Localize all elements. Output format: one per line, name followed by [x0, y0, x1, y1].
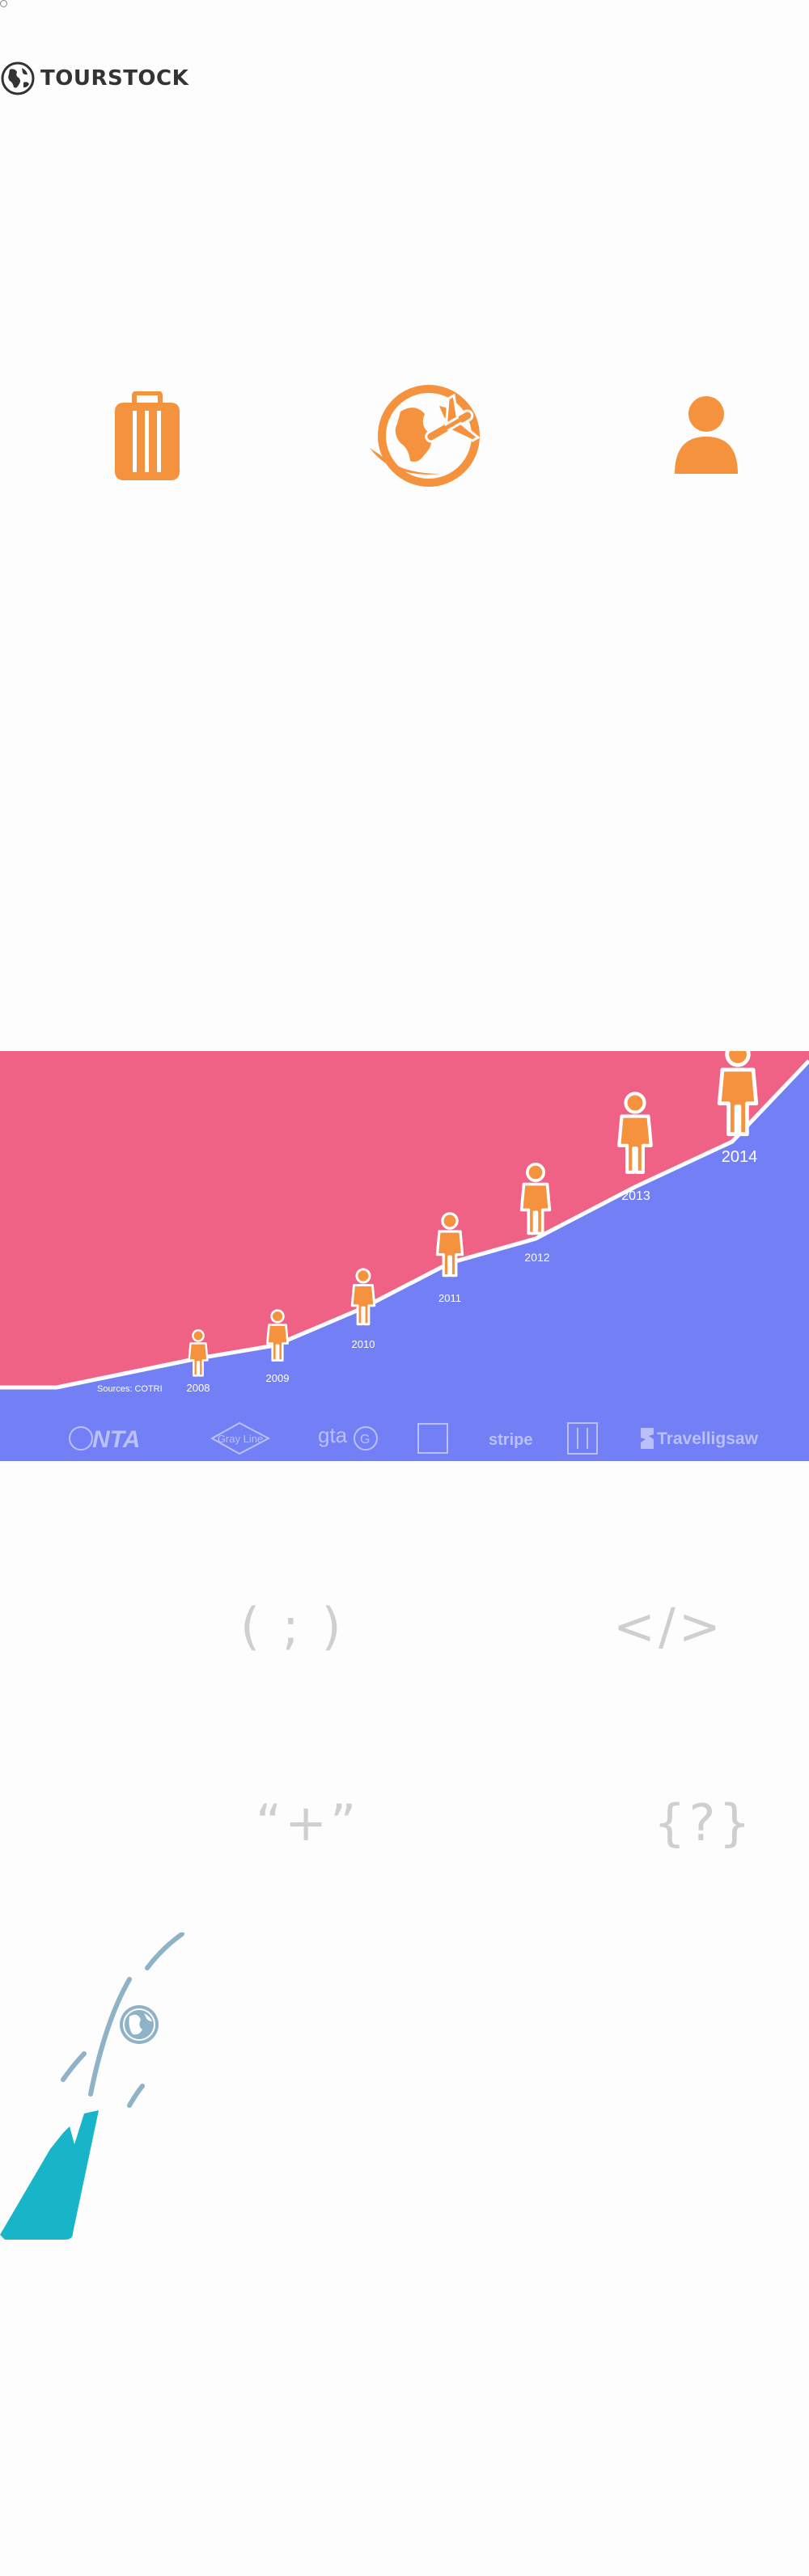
year-label: 2010	[352, 1338, 375, 1350]
svg-text:Travelligsaw: Travelligsaw	[657, 1429, 759, 1448]
year-label: 2009	[266, 1372, 290, 1384]
growth-chart: Sources: COTRI 2008 2009 2010 2011 2012 …	[0, 1051, 809, 1461]
svg-text:gta: gta	[318, 1423, 348, 1447]
year-label: 2011	[438, 1292, 461, 1304]
code-symbol-braces: {?}	[654, 1793, 754, 1852]
code-symbol-parens: ( ; )	[240, 1597, 345, 1656]
person-icon	[675, 396, 738, 474]
year-label: 2013	[621, 1189, 650, 1203]
globe-icon	[1, 61, 35, 95]
year-label: 2012	[524, 1251, 549, 1264]
brand-name: TOURSTOCK	[40, 66, 189, 91]
partner-logo-travelligsaw: Travelligsaw	[641, 1428, 759, 1449]
year-label: 2008	[187, 1382, 210, 1394]
luggage-icon	[115, 391, 180, 480]
code-symbol-quote: “+”	[256, 1793, 360, 1852]
brand-logo[interactable]: TOURSTOCK	[0, 61, 188, 96]
svg-text:Gray Line: Gray Line	[218, 1433, 263, 1445]
corner-radio[interactable]	[0, 0, 7, 7]
year-label: 2014	[722, 1148, 758, 1166]
source-label: Sources: COTRI	[97, 1384, 163, 1394]
partner-logo-stripe: stripe	[489, 1431, 532, 1449]
code-symbol-tag: </>	[613, 1597, 724, 1656]
rocket-globe-icon	[0, 1932, 184, 2240]
svg-text:G: G	[360, 1433, 370, 1446]
globe-plane-icon	[370, 385, 481, 487]
svg-text:NTA: NTA	[92, 1426, 140, 1453]
svg-text:stripe: stripe	[489, 1431, 532, 1449]
